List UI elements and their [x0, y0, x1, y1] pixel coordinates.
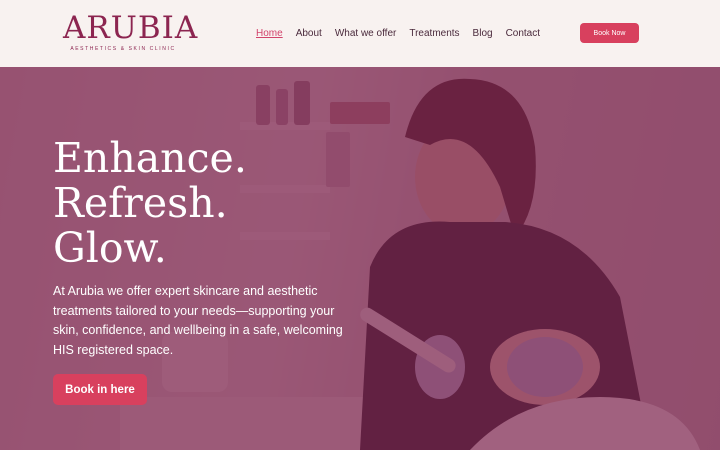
hero-title-line: Enhance.	[53, 134, 247, 182]
book-now-button[interactable]: Book Now	[580, 23, 639, 43]
main-nav: Home About What we offer Treatments Blog…	[256, 27, 540, 41]
hero-section: Enhance. Refresh. Glow. At Arubia we off…	[0, 67, 720, 450]
logo-wordmark: ARUBIA	[63, 10, 199, 46]
nav-treatments[interactable]: Treatments	[409, 27, 459, 41]
nav-blog[interactable]: Blog	[473, 27, 493, 41]
site-header: ARUBIA AESTHETICS & SKIN CLINIC Home Abo…	[0, 0, 720, 67]
book-in-here-button[interactable]: Book in here	[53, 374, 147, 405]
hero-description: At Arubia we offer expert skincare and a…	[53, 284, 343, 357]
hero-title-line: Refresh.	[53, 179, 228, 227]
hero-title: Enhance. Refresh. Glow.	[53, 136, 373, 271]
logo-subtitle: AESTHETICS & SKIN CLINIC	[70, 46, 176, 52]
hero-title-line: Glow.	[53, 224, 167, 272]
nav-what-we-offer[interactable]: What we offer	[335, 27, 397, 41]
logo[interactable]: ARUBIA AESTHETICS & SKIN CLINIC	[63, 10, 199, 58]
nav-about[interactable]: About	[296, 27, 322, 41]
nav-home[interactable]: Home	[256, 27, 283, 41]
nav-contact[interactable]: Contact	[506, 27, 540, 41]
